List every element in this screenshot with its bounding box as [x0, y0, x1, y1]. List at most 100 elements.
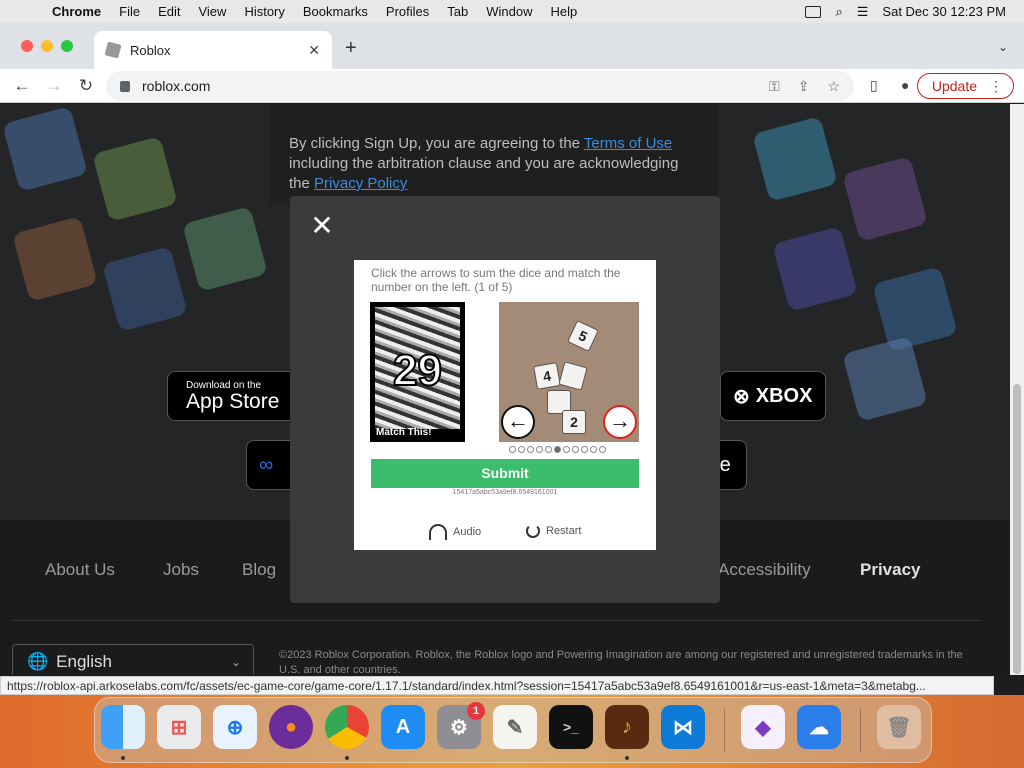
progress-dot [527, 446, 534, 453]
tab-title: Roblox [130, 42, 171, 58]
menu-history[interactable]: History [244, 4, 284, 19]
xbox-button[interactable]: ⊗ XBOX [720, 371, 826, 421]
tab-search-chevron-icon[interactable]: ⌄ [998, 40, 1008, 54]
target-label: Match This! [376, 427, 432, 438]
zoom-window-button[interactable] [61, 40, 73, 52]
background-game-tile [182, 206, 268, 292]
spotlight-search-icon[interactable]: ⌕ [835, 4, 842, 20]
restart-button[interactable]: Restart [526, 524, 581, 538]
audio-button[interactable]: Audio [429, 524, 481, 540]
safari-icon[interactable]: ⊕ [213, 705, 257, 749]
close-window-button[interactable] [21, 40, 33, 52]
background-game-tile [842, 336, 928, 422]
menu-view[interactable]: View [198, 4, 226, 19]
background-game-tile [752, 116, 838, 202]
finder-icon[interactable] [101, 705, 145, 749]
reload-button[interactable]: ↻ [76, 76, 96, 96]
app-store-icon[interactable]: A [381, 705, 425, 749]
instruments-icon[interactable]: ♪ [605, 705, 649, 749]
footer-link-about-us[interactable]: About Us [45, 560, 115, 580]
menu-edit[interactable]: Edit [158, 4, 180, 19]
visual-studio-icon[interactable]: ◆ [741, 705, 785, 749]
progress-dots [509, 446, 606, 453]
new-tab-button[interactable]: + [345, 37, 357, 60]
language-value: English [56, 652, 112, 671]
menu-bookmarks[interactable]: Bookmarks [303, 4, 368, 19]
privacy-policy-link[interactable]: Privacy Policy [314, 175, 407, 192]
die: 4 [533, 362, 561, 390]
running-indicator [121, 756, 125, 760]
update-label: Update [931, 78, 977, 94]
close-tab-icon[interactable]: ✕ [308, 42, 320, 59]
restart-icon [526, 524, 540, 538]
back-button[interactable]: ← [12, 76, 32, 96]
menu-window[interactable]: Window [486, 4, 532, 19]
dock-separator [724, 708, 725, 752]
address-bar[interactable]: roblox.com ⚿ ⇪ ☆ [106, 71, 854, 101]
progress-dot [518, 446, 525, 453]
submit-button[interactable]: Submit [371, 459, 639, 488]
tab-roblox[interactable]: Roblox ✕ [94, 31, 332, 69]
terms-of-use-link[interactable]: Terms of Use [584, 135, 672, 152]
profile-avatar-icon[interactable]: ● [901, 77, 909, 93]
xbox-logo-icon: ⊗ [733, 385, 750, 408]
menu-tab[interactable]: Tab [447, 4, 468, 19]
page-scrollbar[interactable] [1010, 104, 1024, 675]
progress-dot [536, 446, 543, 453]
update-button[interactable]: Update ⋮ [916, 73, 1014, 99]
chrome-icon[interactable] [325, 705, 369, 749]
audio-label: Audio [453, 526, 482, 538]
terms-text: By clicking Sign Up, you are agreeing to… [289, 134, 699, 194]
menu-profiles[interactable]: Profiles [386, 4, 429, 19]
scrollbar-thumb[interactable] [1013, 384, 1021, 674]
headphones-icon [429, 524, 447, 540]
key-icon[interactable]: ⚿ [769, 78, 780, 95]
menu-help[interactable]: Help [551, 4, 578, 19]
notification-badge: 1 [467, 702, 485, 720]
background-game-tile [2, 106, 88, 192]
terminal-icon[interactable]: >_ [549, 705, 593, 749]
progress-dot [545, 446, 552, 453]
address-url: roblox.com [142, 78, 211, 94]
progress-dot [554, 446, 561, 453]
launchpad-icon[interactable]: ⊞ [157, 705, 201, 749]
textedit-icon[interactable]: ✎ [493, 705, 537, 749]
screen-mirroring-icon[interactable] [805, 5, 822, 18]
share-icon[interactable]: ⇪ [798, 78, 810, 95]
side-panel-icon[interactable]: ▯ [870, 77, 878, 94]
menubar-datetime[interactable]: Sat Dec 30 12:23 PM [882, 4, 1006, 19]
firefox-icon[interactable]: ● [269, 705, 313, 749]
footer-link-blog[interactable]: Blog [242, 560, 276, 580]
target-number: 29 [392, 345, 443, 396]
footer-link-privacy[interactable]: Privacy [860, 560, 921, 580]
footer-link-jobs[interactable]: Jobs [163, 560, 199, 580]
bookmark-star-icon[interactable]: ☆ [827, 78, 840, 95]
progress-dot [509, 446, 516, 453]
system-preferences-icon[interactable]: ⚙ 1 [437, 702, 485, 749]
menu-file[interactable]: File [119, 4, 140, 19]
progress-dot [572, 446, 579, 453]
app-store-button[interactable]: Download on the App Store [167, 371, 297, 421]
menu-app-name[interactable]: Chrome [52, 4, 101, 19]
forward-button[interactable]: → [44, 76, 64, 96]
vscode-icon[interactable]: ⋈ [661, 705, 705, 749]
minimize-window-button[interactable] [41, 40, 53, 52]
control-center-icon[interactable]: ☰ [857, 4, 869, 20]
lock-icon[interactable] [120, 80, 130, 92]
restart-label: Restart [546, 525, 582, 537]
roblox-favicon-icon [104, 41, 122, 59]
footer-link-accessibility[interactable]: Accessibility [718, 560, 811, 580]
close-icon[interactable]: ✕ [310, 212, 334, 240]
next-arrow-button[interactable]: → [603, 405, 637, 439]
weather-icon[interactable]: ☁ [797, 705, 841, 749]
progress-dot [590, 446, 597, 453]
app-store-big-text: App Store [186, 389, 280, 413]
previous-arrow-button[interactable]: ← [501, 405, 535, 439]
trash-icon[interactable]: 🗑 [877, 705, 921, 749]
background-game-tile [12, 216, 98, 302]
more-menu-icon[interactable]: ⋮ [989, 78, 1003, 95]
xbox-text: XBOX [755, 384, 813, 407]
language-select[interactable]: 🌐 English ⌄ [12, 644, 254, 675]
terms-prefix: By clicking Sign Up, you are agreeing to… [289, 135, 584, 152]
session-id: 15417a5abc53a9ef8.6549161001 [452, 489, 558, 496]
